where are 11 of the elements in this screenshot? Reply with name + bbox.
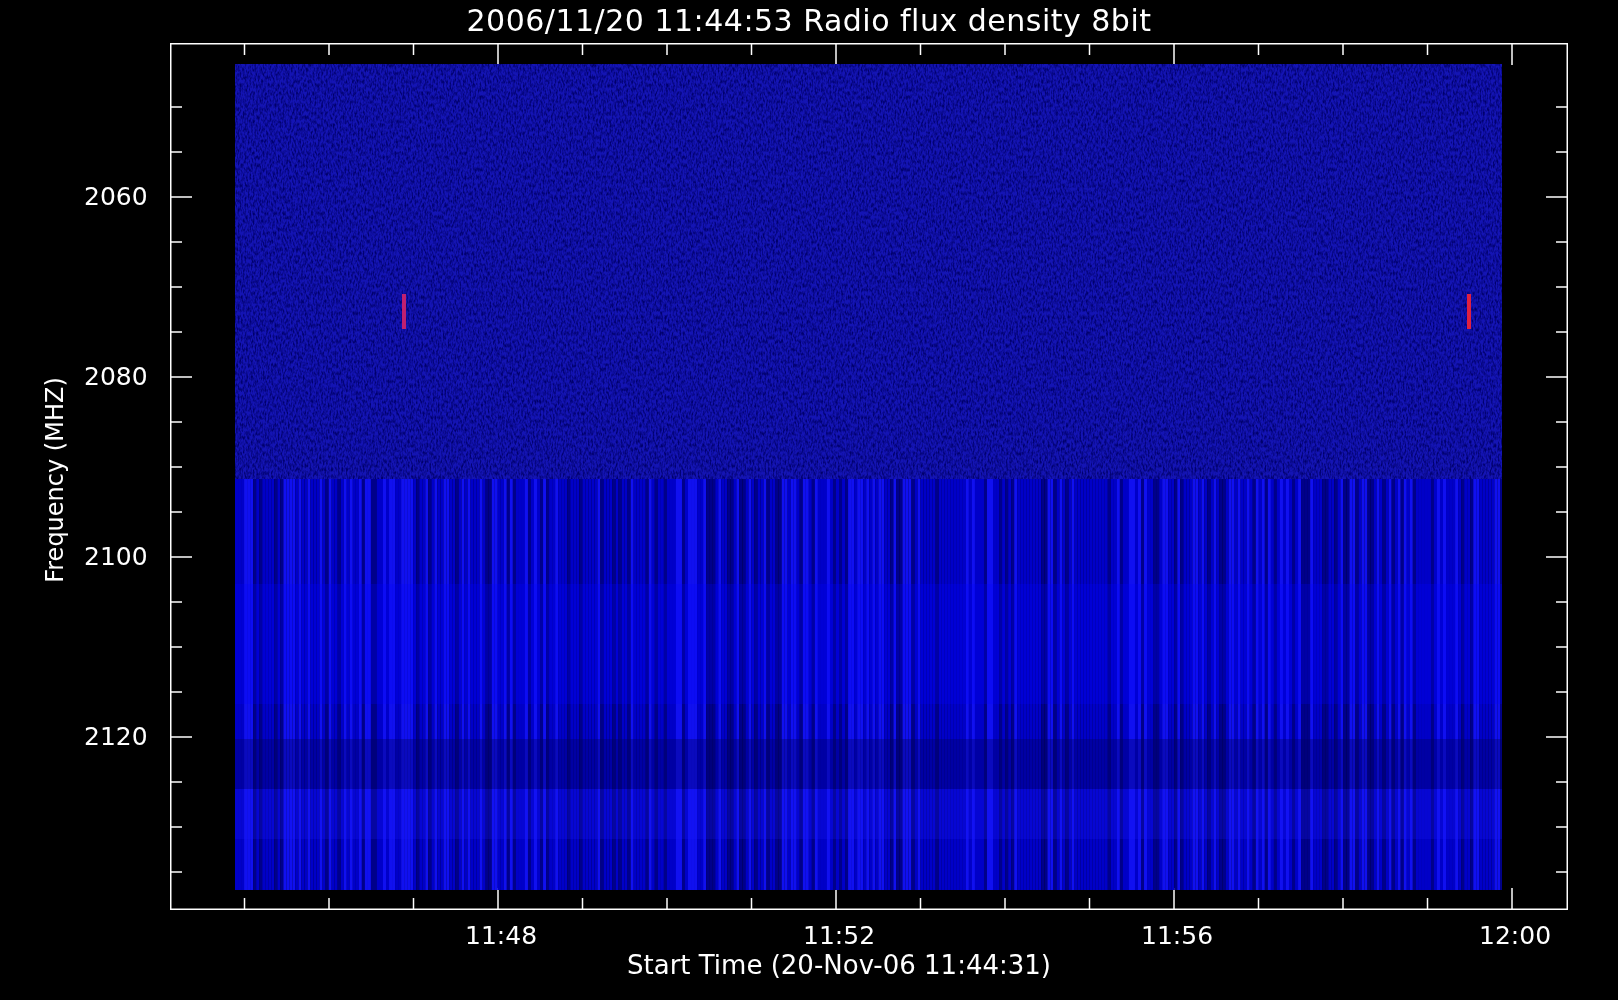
x-tick-label: 11:52 — [803, 922, 876, 950]
y-axis-label: Frequency (MHZ) — [41, 376, 69, 585]
x-tick-label: 12:00 — [1479, 922, 1552, 950]
x-tick-label: 11:56 — [1141, 922, 1214, 950]
y-tick-label: 2120 — [84, 723, 148, 751]
y-tick-label: 2100 — [84, 543, 148, 571]
x-axis-label: Start Time (20-Nov-06 11:44:31) — [627, 950, 1051, 980]
chart-title: 2006/11/20 11:44:53 Radio flux density 8bit — [466, 3, 1152, 39]
x-tick-label: 11:48 — [465, 922, 538, 950]
y-tick-label: 2060 — [84, 183, 148, 211]
y-tick-label: 2080 — [84, 363, 148, 391]
